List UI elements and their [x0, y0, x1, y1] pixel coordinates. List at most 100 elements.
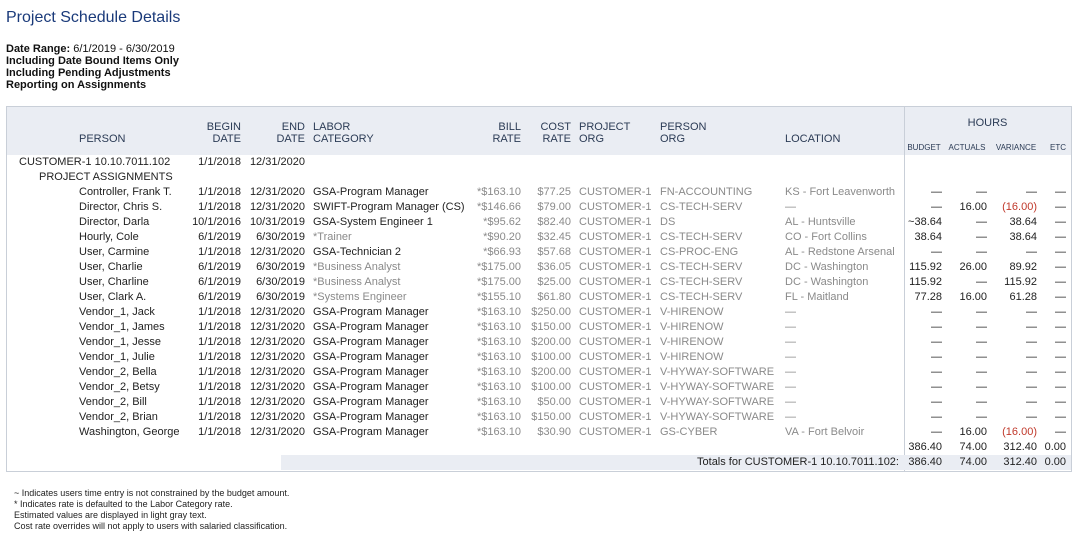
- cell-location: DC - Washington: [785, 261, 869, 273]
- total-variance: 312.40: [1003, 456, 1037, 468]
- cell-budget: —: [931, 381, 942, 393]
- option-line: Reporting on Assignments: [6, 79, 147, 91]
- col-cost-bottom: RATE: [542, 133, 571, 145]
- cell-variance: —: [1026, 186, 1037, 198]
- cell-begin: 1/1/2018: [198, 246, 241, 258]
- cell-budget: —: [931, 366, 942, 378]
- cell-labor: *Trainer: [313, 231, 352, 243]
- cell-person: User, Carmine: [79, 246, 150, 258]
- cell-person: Vendor_2, Bella: [79, 366, 157, 378]
- cell-person: User, Charlie: [79, 261, 143, 273]
- cell-actuals: —: [976, 306, 987, 318]
- cell-location: DC - Washington: [785, 276, 869, 288]
- option-line: Including Pending Adjustments: [6, 67, 171, 79]
- cell-end: 12/31/2020: [249, 396, 305, 408]
- cell-labor: GSA-System Engineer 1: [313, 216, 433, 228]
- cell-person-org: GS-CYBER: [660, 426, 718, 438]
- cell-cost: $57.68: [537, 246, 571, 258]
- cell-budget: 38.64: [914, 231, 942, 243]
- cell-budget: 77.28: [914, 291, 942, 303]
- cell-bill: *$163.10: [476, 321, 521, 333]
- cell-bill: *$163.10: [476, 351, 521, 363]
- cell-location: —: [785, 336, 796, 348]
- cell-bill: *$163.10: [476, 381, 521, 393]
- cell-labor: SWIFT-Program Manager (CS): [313, 201, 465, 213]
- cell-person: Vendor_2, Betsy: [79, 381, 160, 393]
- cell-budget: —: [931, 321, 942, 333]
- col-project-bottom: ORG: [579, 133, 605, 145]
- cell-variance: (16.00): [1002, 201, 1037, 213]
- cell-labor: *Systems Engineer: [313, 291, 407, 303]
- cell-labor: GSA-Technician 2: [313, 246, 402, 258]
- cell-cost: $32.45: [537, 231, 571, 243]
- cell-cost: $200.00: [531, 336, 571, 348]
- col-labor-top: LABOR: [313, 121, 351, 133]
- cell-person: Vendor_1, Jack: [79, 306, 155, 318]
- cell-budget: —: [931, 351, 942, 363]
- cell-location: AL - Huntsville: [785, 216, 856, 228]
- footnote: ~ Indicates users time entry is not cons…: [14, 488, 290, 498]
- col-person-org-top: PERSON: [660, 121, 707, 133]
- cell-project-org: CUSTOMER-1: [579, 351, 652, 363]
- subtotal-etc: 0.00: [1044, 441, 1066, 453]
- cell-person-org: CS-TECH-SERV: [660, 231, 743, 243]
- cell-variance: —: [1026, 321, 1037, 333]
- cell-cost: $250.00: [531, 306, 571, 318]
- cell-variance: —: [1026, 366, 1037, 378]
- cell-actuals: —: [976, 351, 987, 363]
- footnotes: ~ Indicates users time entry is not cons…: [14, 488, 289, 532]
- cell-begin: 1/1/2018: [198, 411, 241, 423]
- cell-location: KS - Fort Leavenworth: [785, 186, 896, 198]
- col-labor-bottom: CATEGORY: [313, 133, 374, 145]
- hours-group-label: HOURS: [967, 117, 1008, 129]
- col-actuals: ACTUALS: [948, 143, 986, 152]
- report-title: Project Schedule Details: [6, 9, 181, 26]
- cell-location: —: [785, 306, 796, 318]
- cell-variance: —: [1026, 336, 1037, 348]
- section-label: PROJECT ASSIGNMENTS: [39, 171, 173, 183]
- cell-project-org: CUSTOMER-1: [579, 231, 652, 243]
- cell-actuals: 26.00: [959, 261, 987, 273]
- cell-cost: $150.00: [531, 321, 571, 333]
- cell-etc: —: [1055, 276, 1066, 288]
- cell-etc: —: [1055, 351, 1066, 363]
- cell-bill: *$163.10: [476, 306, 521, 318]
- cell-etc: —: [1055, 231, 1066, 243]
- cell-project-org: CUSTOMER-1: [579, 381, 652, 393]
- total-budget: 386.40: [908, 456, 942, 468]
- cell-person: Vendor_2, Bill: [79, 396, 147, 408]
- cell-bill: *$175.00: [476, 276, 521, 288]
- col-person-org-bottom: ORG: [660, 133, 686, 145]
- cell-etc: —: [1055, 291, 1066, 303]
- cell-bill: *$163.10: [476, 426, 521, 438]
- subtotal-variance: 312.40: [1003, 441, 1037, 453]
- col-end-bottom: DATE: [276, 133, 305, 145]
- cell-labor: GSA-Program Manager: [313, 306, 429, 318]
- cell-person-org: V-HIRENOW: [660, 336, 724, 348]
- total-etc: 0.00: [1044, 456, 1066, 468]
- cell-cost: $77.25: [537, 186, 571, 198]
- cell-labor: GSA-Program Manager: [313, 321, 429, 333]
- cell-cost: $82.40: [537, 216, 571, 228]
- cell-begin: 1/1/2018: [198, 426, 241, 438]
- cell-person-org: CS-TECH-SERV: [660, 261, 743, 273]
- cell-begin: 6/1/2019: [198, 231, 241, 243]
- cell-end: 12/31/2020: [249, 321, 305, 333]
- report-criteria: Date Range: 6/1/2019 - 6/30/2019 Includi…: [6, 43, 179, 91]
- footnote: * Indicates rate is defaulted to the Lab…: [14, 499, 233, 509]
- cell-end: 12/31/2020: [249, 336, 305, 348]
- cell-actuals: —: [976, 396, 987, 408]
- cell-begin: 1/1/2018: [198, 351, 241, 363]
- footnote: Cost rate overrides will not apply to us…: [14, 521, 288, 531]
- cell-person: Director, Darla: [79, 216, 150, 228]
- cell-etc: —: [1055, 321, 1066, 333]
- customer-name: CUSTOMER-1 10.10.7011.102: [19, 156, 171, 168]
- cell-end: 12/31/2020: [249, 306, 305, 318]
- cell-actuals: —: [976, 186, 987, 198]
- cell-cost: $79.00: [537, 201, 571, 213]
- cell-project-org: CUSTOMER-1: [579, 246, 652, 258]
- cell-person-org: CS-PROC-ENG: [660, 246, 739, 258]
- cell-end: 12/31/2020: [249, 411, 305, 423]
- cell-project-org: CUSTOMER-1: [579, 336, 652, 348]
- cell-project-org: CUSTOMER-1: [579, 366, 652, 378]
